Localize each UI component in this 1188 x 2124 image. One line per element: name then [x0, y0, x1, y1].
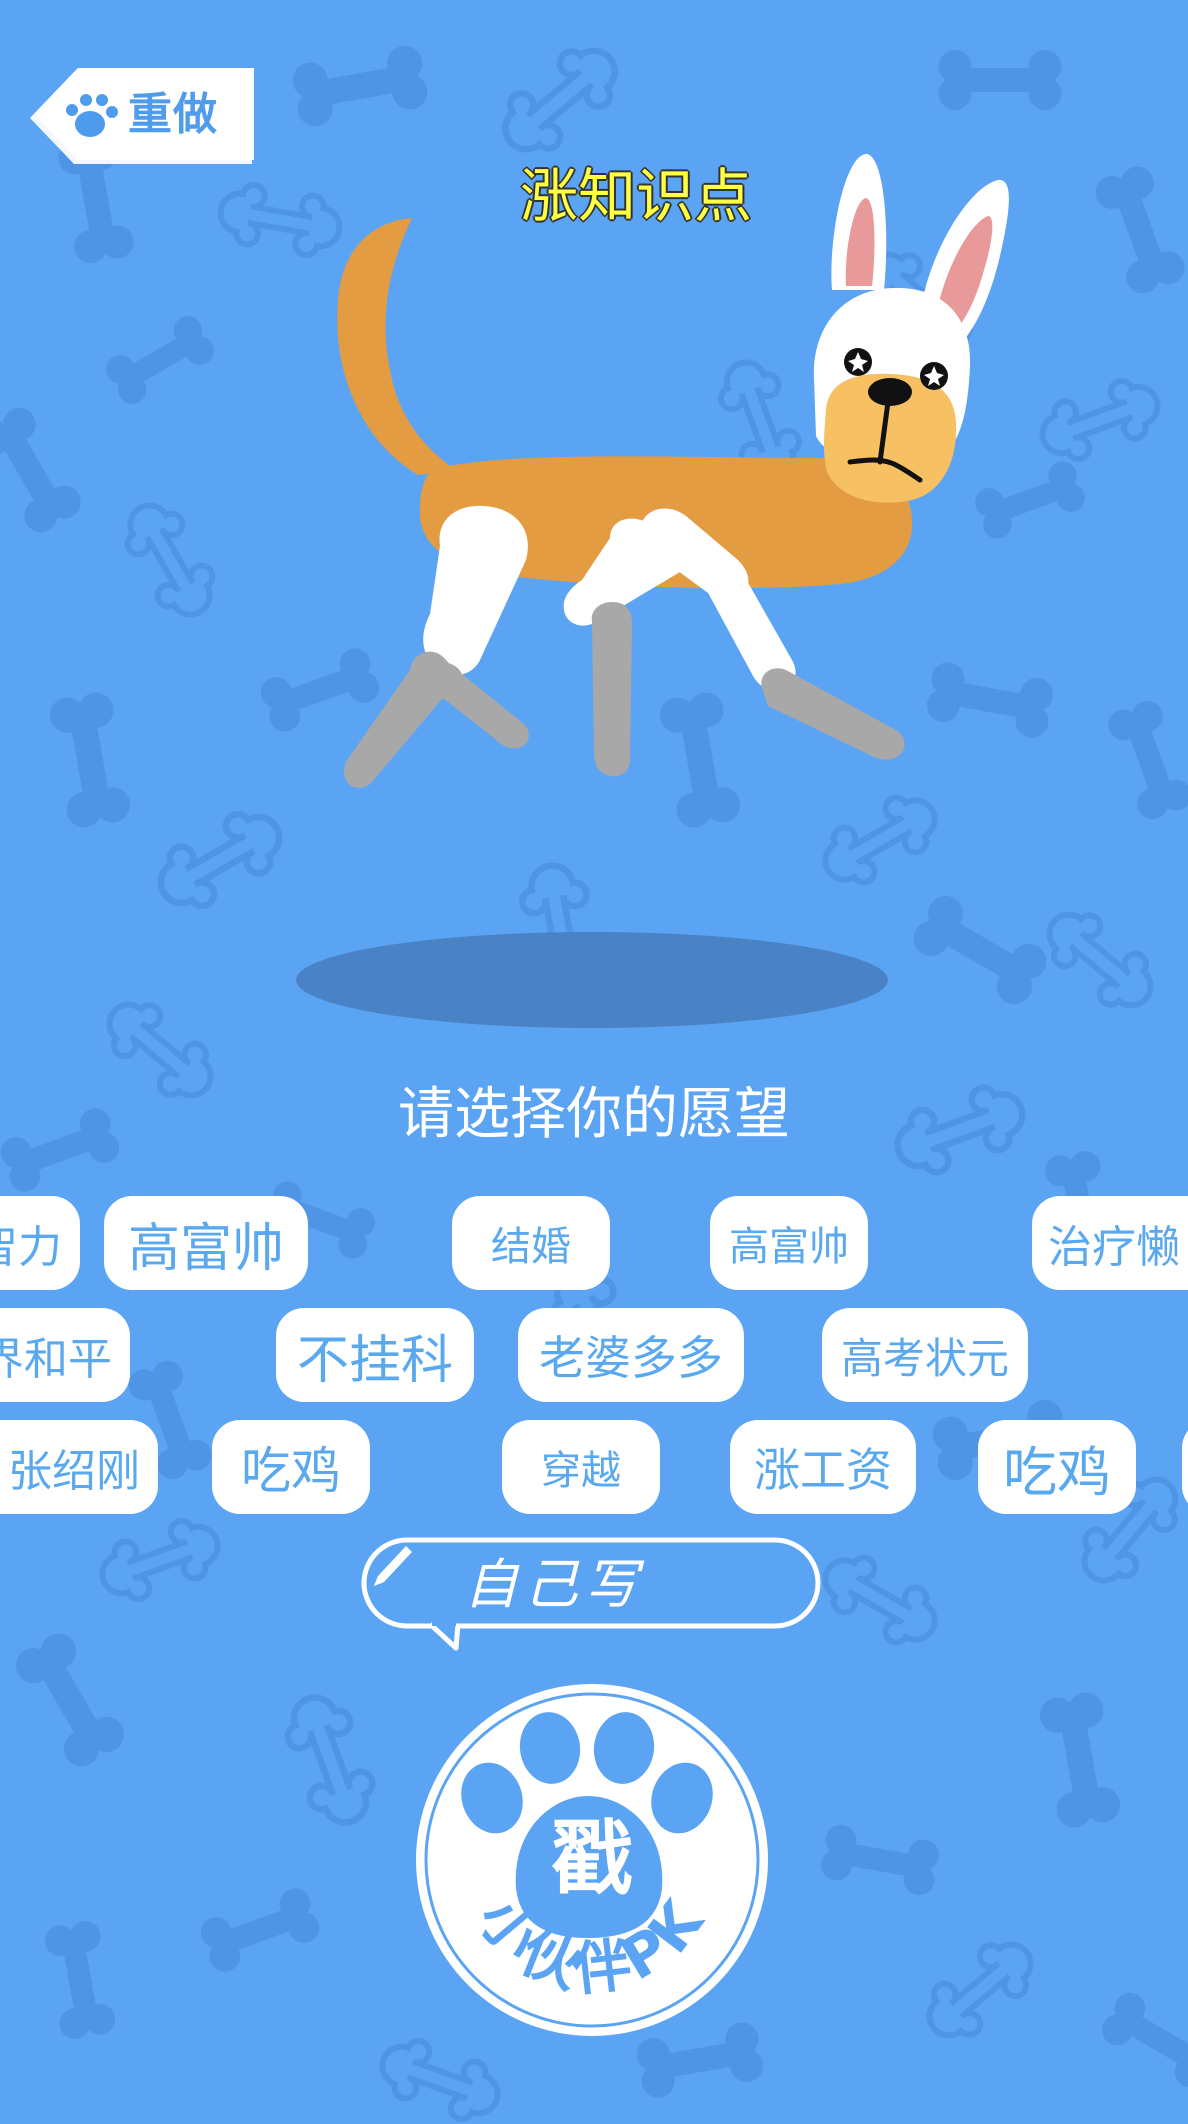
- wish-chip[interactable]: 穿越: [502, 1420, 660, 1514]
- wish-chip-label: 高富帅: [729, 1224, 849, 1270]
- wish-chip-label: 张绍刚: [8, 1446, 140, 1497]
- wish-chip[interactable]: 老婆多多: [518, 1308, 744, 1402]
- logo-badge: 小伙伴PK 戳: [412, 1680, 772, 2040]
- wish-chip-label: 不挂科: [296, 1330, 453, 1391]
- wish-chip-label: 吃鸡: [1003, 1440, 1111, 1504]
- wish-chip-label: 治疗懒: [1048, 1222, 1180, 1273]
- wish-chip[interactable]: 张绍刚: [0, 1420, 158, 1514]
- wish-chip-label: 吃鸡: [241, 1442, 341, 1500]
- logo-center-char: 戳: [550, 1812, 633, 1907]
- wish-chip-label: 世界和平: [0, 1334, 112, 1385]
- wish-chip[interactable]: [1182, 1420, 1188, 1514]
- wish-chip[interactable]: 世界和平: [0, 1308, 130, 1402]
- wish-chip[interactable]: 吃鸡: [978, 1420, 1136, 1514]
- wish-chip-label: 高富帅: [127, 1218, 284, 1279]
- wish-chip[interactable]: 结婚: [452, 1196, 610, 1290]
- wish-chip[interactable]: 治疗懒: [1032, 1196, 1188, 1290]
- wish-chip[interactable]: 智力: [0, 1196, 80, 1290]
- wish-chip-label: 穿越: [541, 1448, 621, 1494]
- wish-chip-label: 智力: [0, 1222, 62, 1273]
- wish-chip[interactable]: 涨工资: [730, 1420, 916, 1514]
- wish-chip-label: 高考状元: [840, 1333, 1009, 1383]
- wish-chip-label: 结婚: [491, 1224, 571, 1270]
- game-screen: 重做 涨知识点 请选择你的愿望 智力 高富帅 结婚: [0, 0, 1188, 2124]
- wish-chip[interactable]: 高富帅: [710, 1196, 868, 1290]
- pen-icon: [374, 1546, 412, 1586]
- wish-chip-label: 老婆多多: [539, 1331, 723, 1385]
- self-write-button[interactable]: 自己写: [360, 1536, 824, 1652]
- wish-chip[interactable]: 高富帅: [104, 1196, 308, 1290]
- self-write-label: 自己写: [464, 1553, 644, 1616]
- wish-chip[interactable]: 不挂科: [276, 1308, 474, 1402]
- wish-chip[interactable]: 吃鸡: [212, 1420, 370, 1514]
- wish-chip-label: 涨工资: [754, 1443, 892, 1497]
- wish-chip[interactable]: 高考状元: [822, 1308, 1028, 1402]
